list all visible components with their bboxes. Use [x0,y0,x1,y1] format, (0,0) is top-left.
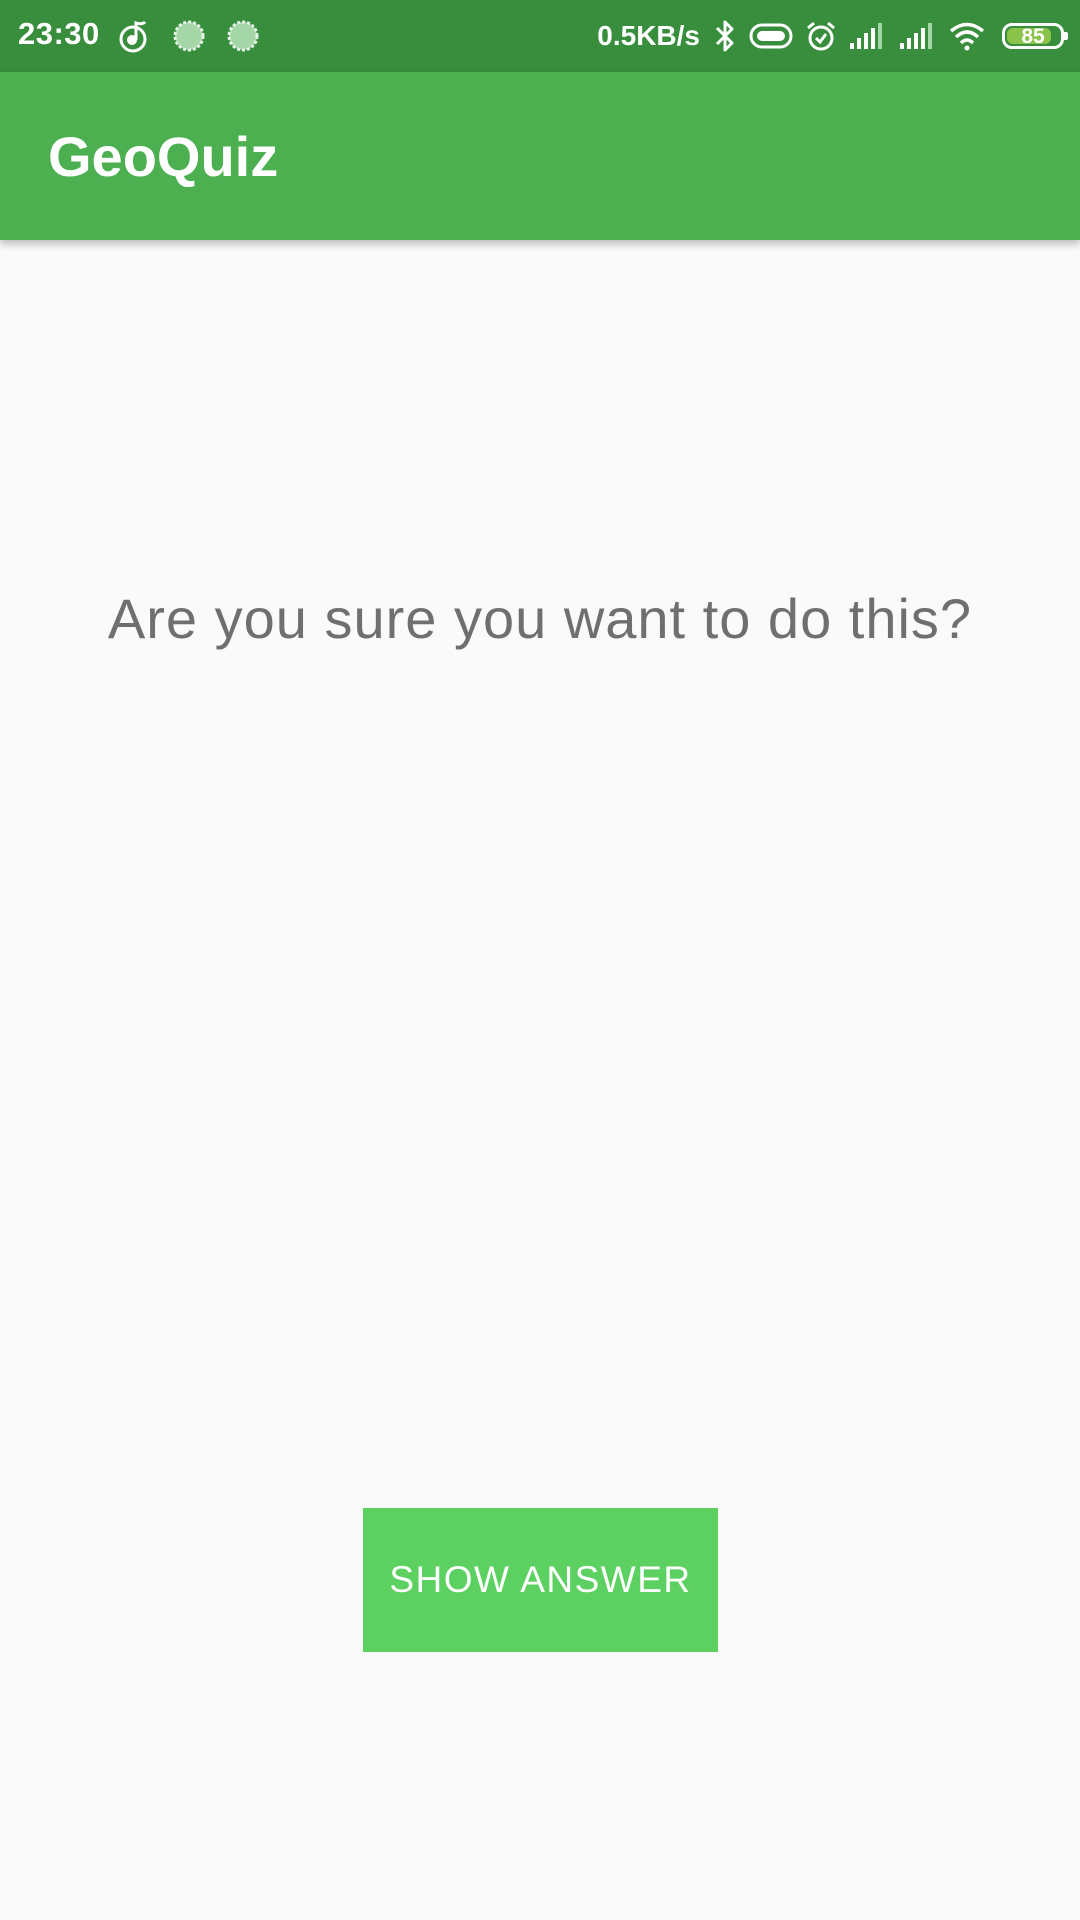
music-icon [118,18,152,54]
main-content: Are you sure you want to do this? SHOW A… [0,240,1080,1920]
signal-icon [898,21,938,51]
status-time: 23:30 [18,16,100,51]
app-title: GeoQuiz [48,125,279,188]
signal-icon [848,21,888,51]
wifi-icon [948,21,986,51]
status-right: 0.5KB/s 85 [597,14,1068,58]
sync-icon [172,19,206,53]
battery-icon: 85 [1002,23,1068,49]
show-answer-button[interactable]: SHOW ANSWER [363,1508,718,1652]
bluetooth-icon [712,19,738,53]
notification-icons [118,16,260,56]
nfc-icon [748,21,794,51]
sync-icon [226,19,260,53]
question-text: Are you sure you want to do this? [107,587,973,650]
alarm-icon [804,19,838,53]
network-speed: 0.5KB/s [597,20,700,51]
app-bar: GeoQuiz [0,72,1080,240]
battery-level: 85 [1021,24,1045,48]
status-bar: 23:30 0.5KB/s 85 [0,0,1080,72]
